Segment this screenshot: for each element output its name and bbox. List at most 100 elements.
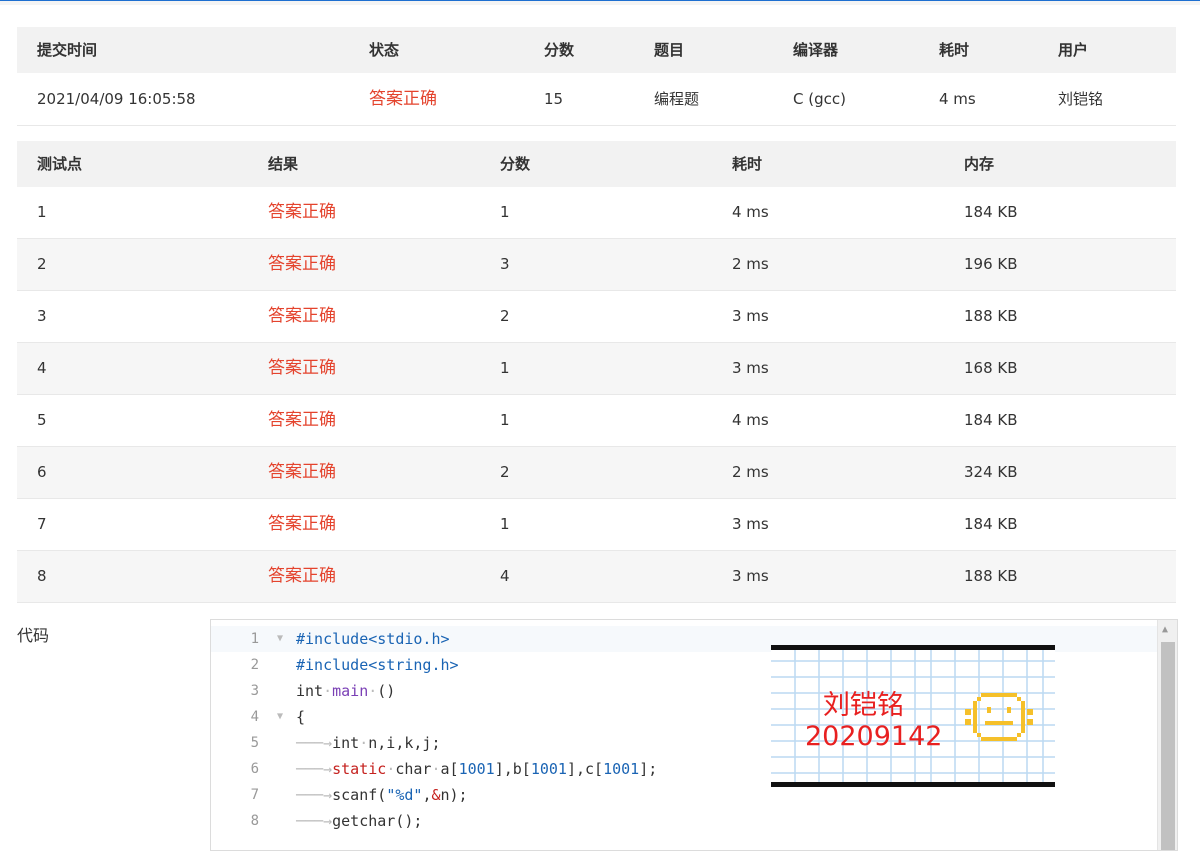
code-token: #include<stdio.h> — [296, 630, 450, 648]
code-label: 代码 — [17, 626, 50, 645]
line-number: 4 — [250, 709, 259, 725]
table-row: 3 答案正确 2 3 ms 188 KB — [17, 291, 1176, 343]
case-id: 8 — [37, 567, 47, 585]
table-row: 6 答案正确 2 2 ms 324 KB — [17, 447, 1176, 499]
status-text: 答案正确 — [369, 89, 437, 109]
scrollbar-thumb[interactable] — [1161, 642, 1175, 850]
header-compiler: 编译器 — [793, 41, 839, 59]
case-id: 7 — [37, 515, 47, 533]
scroll-up-arrow-icon[interactable]: ▲ — [1162, 624, 1168, 635]
header-problem: 题目 — [654, 41, 685, 59]
case-memory: 184 KB — [964, 411, 1018, 429]
code-token: static — [332, 760, 387, 778]
case-id: 4 — [37, 359, 47, 377]
code-token: { — [296, 708, 306, 726]
case-score: 2 — [500, 463, 510, 481]
case-score: 1 — [500, 203, 510, 221]
table-row: 2 答案正确 3 2 ms 196 KB — [17, 239, 1176, 291]
cases-header-row: 测试点 结果 分数 耗时 内存 — [17, 141, 1176, 187]
case-result: 答案正确 — [268, 410, 336, 430]
case-result: 答案正确 — [268, 358, 336, 378]
table-row: 1 答案正确 1 4 ms 184 KB — [17, 187, 1176, 239]
code-text: ───→getchar(); — [296, 808, 422, 834]
code-token: & — [431, 786, 441, 804]
case-score: 1 — [500, 515, 510, 533]
code-token: main — [332, 682, 369, 700]
code-token: · — [323, 682, 333, 700]
line-number: 6 — [250, 761, 259, 777]
code-token: "%d" — [386, 786, 423, 804]
submission-summary-table: 提交时间 状态 分数 题目 编译器 耗时 用户 2021/04/09 16:05… — [17, 27, 1176, 126]
line-number: 5 — [250, 735, 259, 751]
code-token: ]; — [639, 760, 658, 778]
code-token: · — [431, 760, 441, 778]
header-result: 结果 — [268, 155, 299, 173]
code-token: #include<string.h> — [296, 656, 459, 674]
case-memory: 324 KB — [964, 463, 1018, 481]
code-token: a[ — [440, 760, 459, 778]
code-token: ───→ — [296, 812, 333, 830]
code-text: { — [296, 704, 305, 730]
submit-time: 2021/04/09 16:05:58 — [37, 90, 196, 108]
line-number: 7 — [250, 787, 259, 803]
case-score: 3 — [500, 255, 510, 273]
case-memory: 196 KB — [964, 255, 1018, 273]
user-name: 刘铠铭 — [1058, 90, 1104, 108]
case-result: 答案正确 — [268, 514, 336, 534]
case-time: 3 ms — [732, 515, 769, 533]
code-token: getchar(); — [332, 812, 423, 830]
problem-type: 编程题 — [654, 90, 700, 108]
case-score: 1 — [500, 359, 510, 377]
code-text: #include<stdio.h> — [296, 626, 450, 652]
elapsed-time: 4 ms — [939, 90, 976, 108]
case-memory: 188 KB — [964, 307, 1018, 325]
table-row: 8 答案正确 4 3 ms 188 KB — [17, 551, 1176, 603]
header-status: 状态 — [369, 41, 400, 59]
code-text: #include<string.h> — [296, 652, 459, 678]
case-time: 3 ms — [732, 567, 769, 585]
code-token: · — [359, 734, 369, 752]
test-cases-table: 测试点 结果 分数 耗时 内存 1 答案正确 1 4 ms 184 KB 2 答案正确 3 2 … — [17, 141, 1176, 603]
case-memory: 184 KB — [964, 515, 1018, 533]
fold-arrow-icon[interactable]: ▼ — [277, 704, 283, 730]
code-token: n,i,k,j; — [368, 734, 441, 752]
case-score: 4 — [500, 567, 510, 585]
watermark-name: 刘铠铭 — [823, 690, 904, 721]
case-id: 2 — [37, 255, 47, 273]
case-memory: 188 KB — [964, 567, 1018, 585]
case-result: 答案正确 — [268, 306, 336, 326]
header-score: 分数 — [544, 41, 575, 59]
header-test-point: 测试点 — [37, 155, 83, 173]
code-text: ───→scanf("%d",&n); — [296, 782, 468, 808]
code-token: ───→ — [296, 734, 333, 752]
header-submit-time: 提交时间 — [37, 41, 98, 59]
code-token: 1001 — [530, 760, 567, 778]
header-memory: 内存 — [964, 155, 995, 173]
code-token: ],c[ — [566, 760, 604, 778]
code-token: scanf( — [332, 786, 387, 804]
code-text: ───→int·n,i,k,j; — [296, 730, 441, 756]
case-time: 3 ms — [732, 359, 769, 377]
case-result: 答案正确 — [268, 202, 336, 222]
header-case-time: 耗时 — [732, 155, 763, 173]
case-time: 3 ms — [732, 307, 769, 325]
case-time: 4 ms — [732, 411, 769, 429]
code-token: · — [368, 682, 378, 700]
case-id: 3 — [37, 307, 47, 325]
code-token: ───→ — [296, 760, 333, 778]
line-number: 3 — [250, 683, 259, 699]
code-token: () — [377, 682, 396, 700]
case-score: 1 — [500, 411, 510, 429]
watermark-id: 20209142 — [805, 721, 943, 752]
case-rows: 1 答案正确 1 4 ms 184 KB 2 答案正确 3 2 ms 196 KB 3 答案正确 2 3 … — [17, 187, 1176, 603]
code-token: int — [296, 682, 324, 700]
code-token: int — [332, 734, 360, 752]
fold-arrow-icon[interactable]: ▼ — [277, 626, 283, 652]
code-token: char — [395, 760, 432, 778]
table-row: 4 答案正确 1 3 ms 168 KB — [17, 343, 1176, 395]
editor-scrollbar[interactable]: ▲ — [1157, 620, 1177, 850]
case-result: 答案正确 — [268, 462, 336, 482]
code-token: 1001 — [603, 760, 640, 778]
code-text: int·main·() — [296, 678, 395, 704]
code-token: · — [386, 760, 396, 778]
